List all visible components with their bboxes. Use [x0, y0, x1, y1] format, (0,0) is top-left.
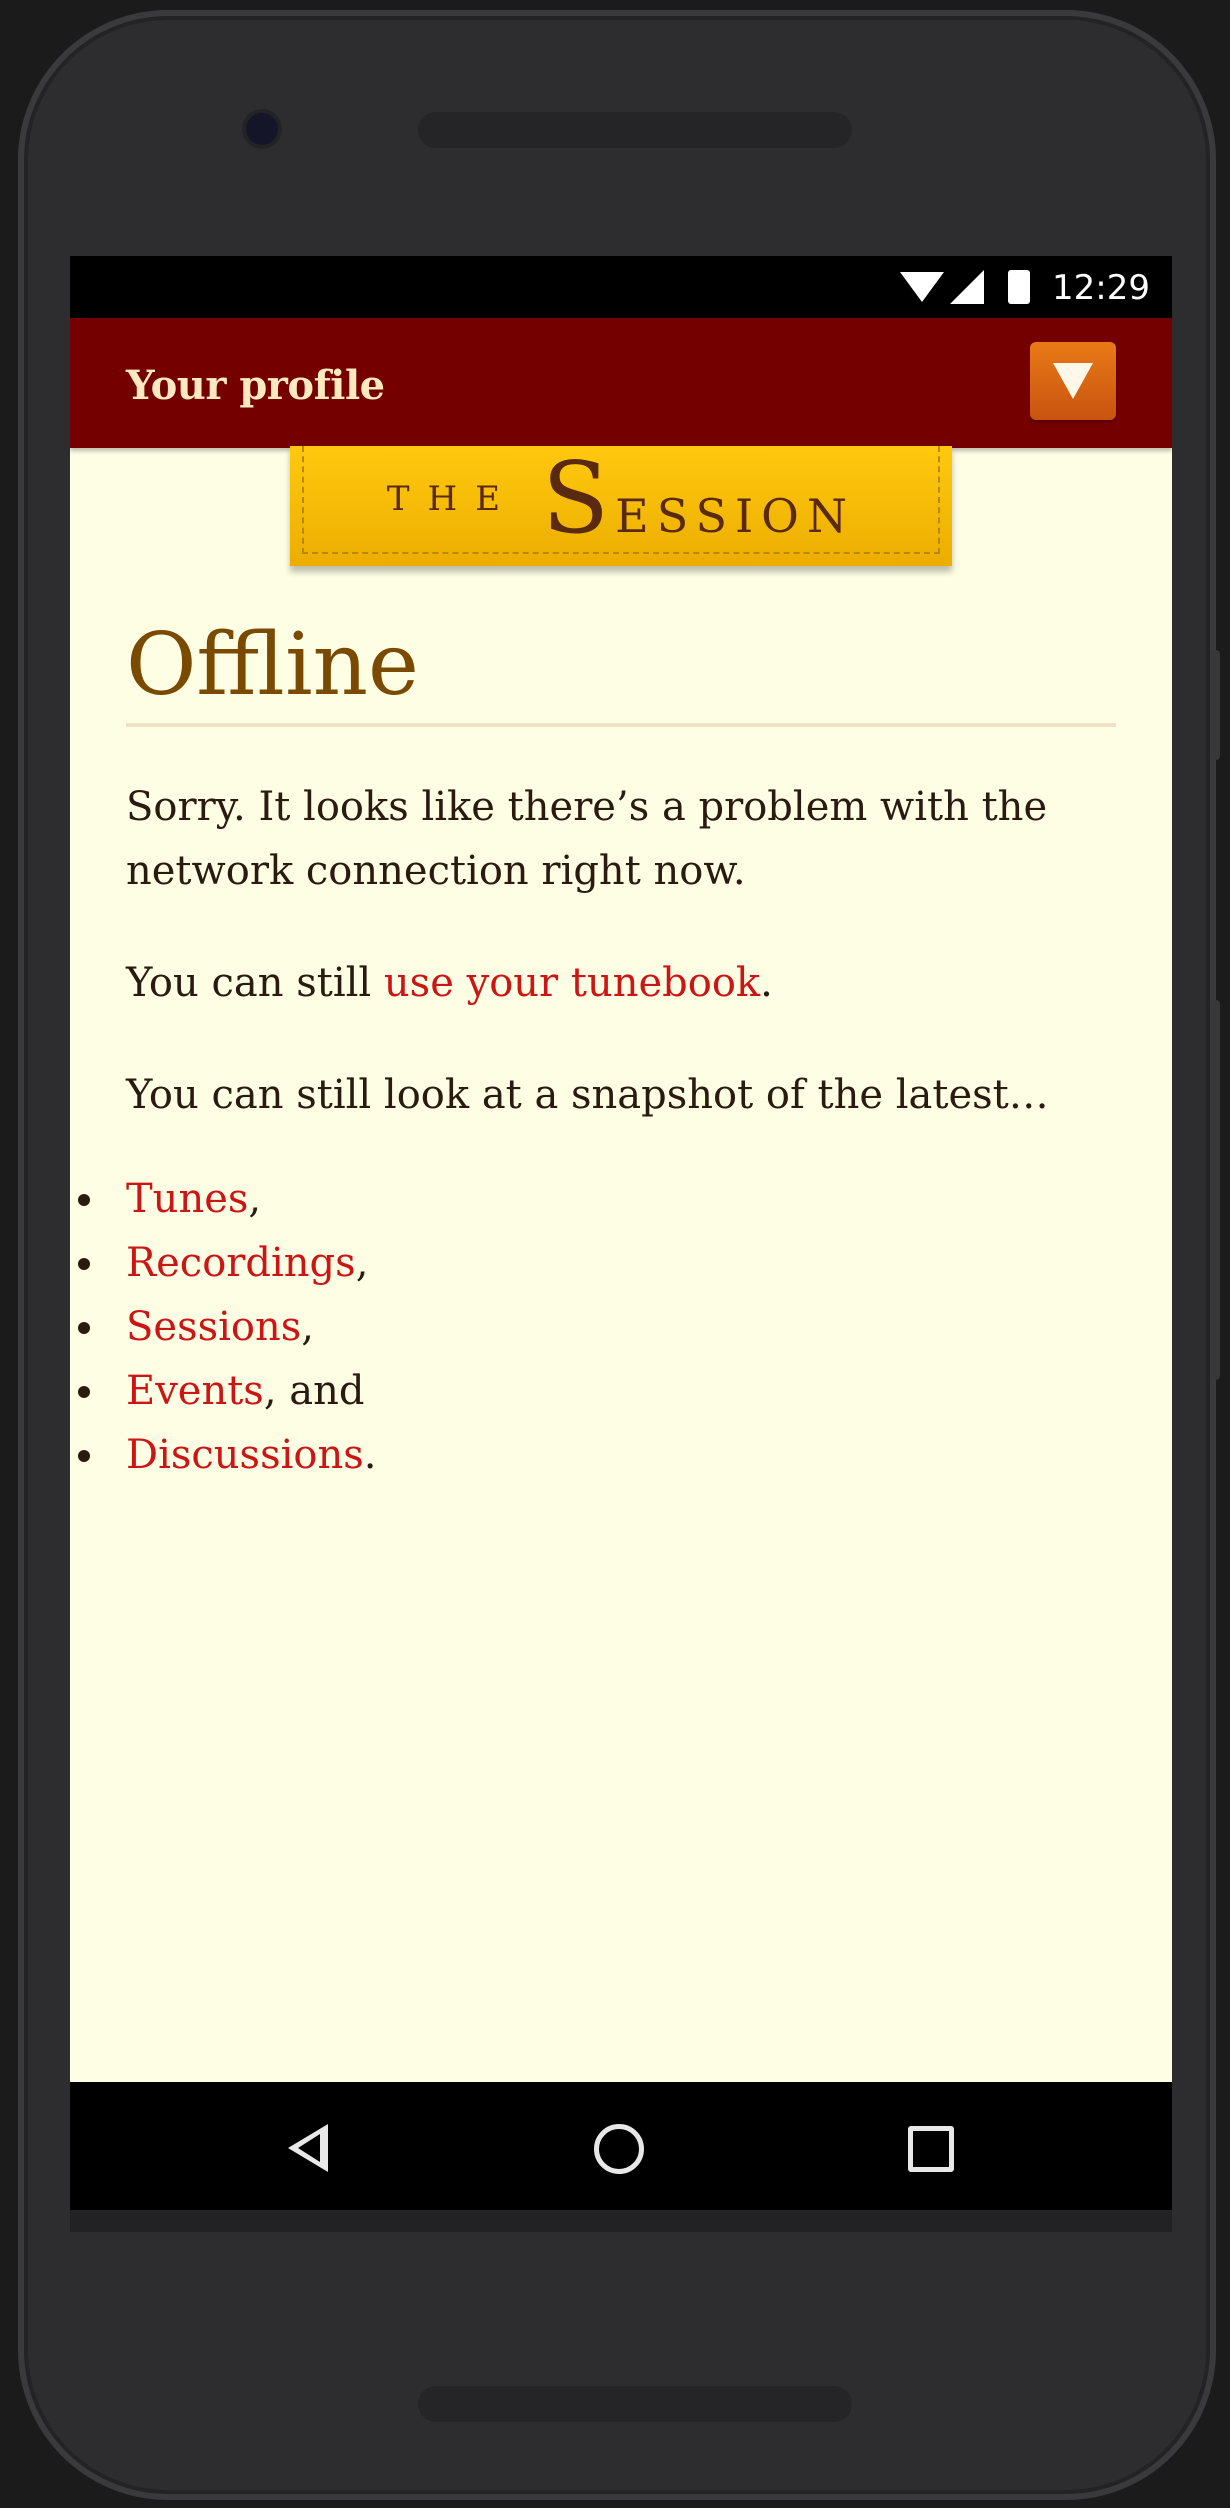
status-time: 12:29 — [1052, 268, 1150, 308]
tunebook-paragraph: You can still use your tunebook. — [126, 959, 773, 1006]
discussions-link[interactable]: Discussions — [126, 1432, 364, 1478]
recordings-link[interactable]: Recordings — [126, 1240, 356, 1286]
events-link[interactable]: Events — [126, 1368, 264, 1414]
wifi-icon — [900, 272, 944, 302]
tunebook-link[interactable]: use your tunebook — [384, 960, 760, 1006]
recent-square-icon[interactable] — [908, 2126, 954, 2172]
home-circle-icon[interactable] — [594, 2124, 644, 2174]
speaker-top — [418, 112, 852, 148]
battery-icon — [1008, 270, 1030, 304]
power-button — [1210, 650, 1220, 760]
logo-the: THE — [386, 479, 519, 519]
logo-text: THE SESSION — [302, 442, 940, 556]
top-bar: Your profile — [70, 318, 1172, 448]
list-item: Discussions. — [78, 1423, 1116, 1487]
list-item: Tunes, — [78, 1167, 1116, 1231]
logo-session: SESSION — [542, 442, 856, 556]
camera-icon — [246, 113, 278, 145]
your-profile-link[interactable]: Your profile — [126, 362, 385, 409]
tunes-link[interactable]: Tunes — [126, 1176, 248, 1222]
list-item: Events, and — [78, 1359, 1116, 1423]
speaker-bottom — [418, 2386, 852, 2422]
snapshot-list: Tunes, Recordings, Sessions, Events, and… — [78, 1167, 1116, 1487]
status-bar: 12:29 — [70, 256, 1172, 318]
back-triangle-icon[interactable] — [288, 2124, 328, 2172]
volume-button — [1210, 1000, 1220, 1380]
triangle-down-icon — [1053, 363, 1093, 399]
signal-icon — [950, 270, 984, 304]
navigation-bar — [70, 2082, 1172, 2210]
list-item: Sessions, — [78, 1295, 1116, 1359]
list-item: Recordings, — [78, 1231, 1116, 1295]
menu-button[interactable] — [1030, 342, 1116, 420]
main-content: Offline Sorry. It looks like there’s a p… — [78, 616, 1116, 1487]
screen-bottom-edge — [70, 2210, 1172, 2232]
snapshot-text: You can still look at a snapshot of the … — [126, 1071, 1049, 1118]
intro-text: Sorry. It looks like there’s a problem w… — [126, 783, 1048, 894]
screen: 12:29 Your profile THE SESSION Offline S… — [70, 256, 1172, 2210]
page-title: Offline — [126, 616, 1116, 727]
site-logo[interactable]: THE SESSION — [290, 442, 952, 566]
sessions-link[interactable]: Sessions — [126, 1304, 301, 1350]
